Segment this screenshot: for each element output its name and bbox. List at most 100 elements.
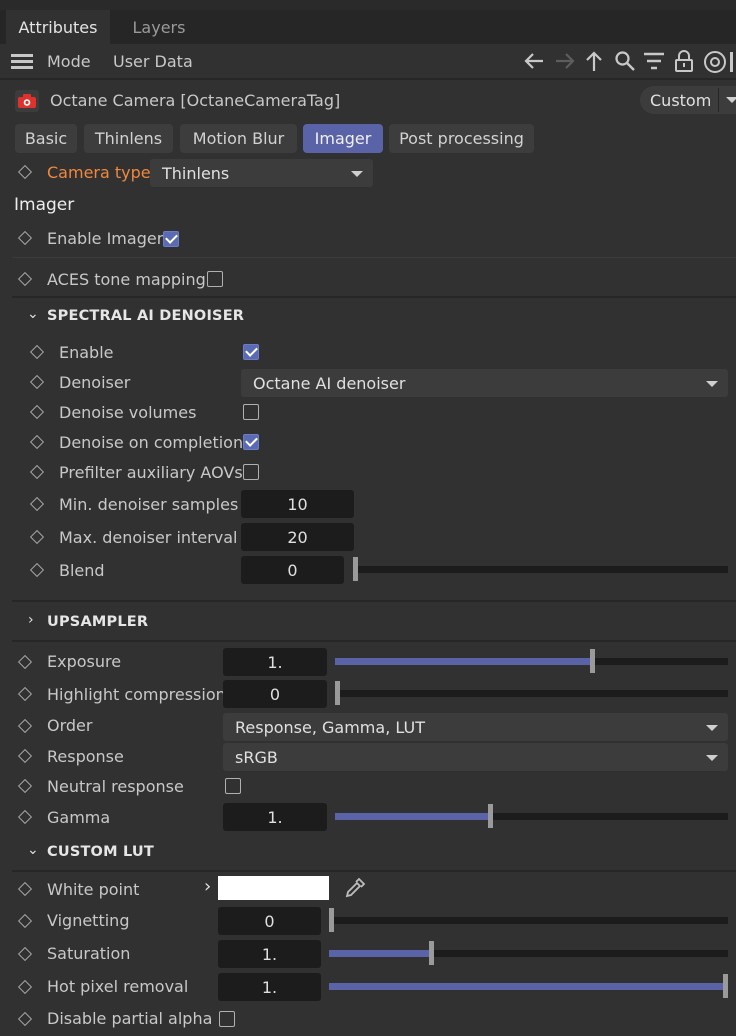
order-value: Response, Gamma, LUT	[235, 718, 425, 737]
tab-post-processing[interactable]: Post processing	[389, 124, 534, 153]
highlight-compression-slider[interactable]	[335, 681, 728, 705]
keyframe-diamond-icon[interactable]	[29, 374, 45, 390]
hamburger-menu-icon[interactable]	[11, 54, 33, 69]
exposure-label: Exposure	[47, 652, 122, 671]
keyframe-diamond-icon[interactable]	[17, 271, 33, 287]
saturation-slider[interactable]	[329, 941, 728, 965]
gamma-slider[interactable]	[335, 804, 728, 828]
back-arrow-icon[interactable]	[523, 51, 545, 71]
highlight-compression-label: Highlight compression	[47, 685, 226, 704]
keyframe-diamond-icon[interactable]	[29, 434, 45, 450]
search-icon[interactable]	[614, 50, 636, 72]
camera-type-dropdown[interactable]: Thinlens	[150, 159, 373, 187]
denoise-on-completion-checkbox[interactable]	[243, 434, 259, 450]
menu-bar: Mode User Data	[0, 44, 736, 78]
more-icon[interactable]	[730, 50, 736, 74]
gamma-input[interactable]: 1.	[223, 803, 327, 831]
denoiser-enable-checkbox[interactable]	[243, 344, 259, 360]
keyframe-diamond-icon[interactable]	[17, 1011, 33, 1027]
preset-dropdown[interactable]: Custom	[640, 86, 736, 114]
tab-basic[interactable]: Basic	[15, 124, 77, 153]
enable-imager-checkbox[interactable]	[163, 231, 179, 247]
blend-input[interactable]: 0	[241, 556, 344, 584]
keyframe-diamond-icon[interactable]	[17, 654, 33, 670]
lock-icon[interactable]	[674, 49, 694, 73]
tab-motion-blur[interactable]: Motion Blur	[180, 124, 297, 153]
vignetting-input[interactable]: 0	[218, 907, 321, 935]
eyedropper-icon[interactable]	[344, 877, 366, 899]
tab-imager[interactable]: Imager	[303, 124, 383, 153]
keyframe-diamond-icon[interactable]	[17, 718, 33, 734]
disable-partial-alpha-checkbox[interactable]	[219, 1011, 235, 1027]
tab-attributes[interactable]: Attributes	[6, 10, 110, 44]
menu-mode[interactable]: Mode	[47, 52, 91, 71]
upsampler-section-title[interactable]: UPSAMPLER	[47, 614, 148, 630]
neutral-response-checkbox[interactable]	[225, 778, 241, 794]
response-dropdown[interactable]: sRGB	[223, 743, 728, 771]
denoiser-dropdown[interactable]: Octane AI denoiser	[241, 369, 728, 397]
keyframe-diamond-icon[interactable]	[17, 809, 33, 825]
custom-lut-section-title[interactable]: CUSTOM LUT	[47, 844, 154, 860]
object-header: Octane Camera [OctaneCameraTag] Custom	[0, 86, 736, 116]
keyframe-diamond-icon[interactable]	[29, 464, 45, 480]
hot-pixel-input[interactable]: 1.	[218, 973, 321, 1001]
keyframe-diamond-icon[interactable]	[17, 230, 33, 246]
prefilter-label: Prefilter auxiliary AOVs	[59, 463, 243, 482]
chevron-right-icon[interactable]: ›	[204, 876, 211, 897]
keyframe-diamond-icon[interactable]	[29, 496, 45, 512]
up-arrow-icon[interactable]	[584, 50, 604, 72]
forward-arrow-icon[interactable]	[554, 51, 576, 71]
menu-user-data[interactable]: User Data	[113, 52, 193, 71]
vignetting-slider[interactable]	[329, 908, 728, 932]
response-value: sRGB	[235, 748, 278, 767]
tab-layers[interactable]: Layers	[126, 10, 192, 44]
blend-slider[interactable]	[353, 557, 728, 581]
camera-type-value: Thinlens	[162, 164, 230, 183]
saturation-input[interactable]: 1.	[218, 940, 321, 968]
keyframe-diamond-icon[interactable]	[17, 979, 33, 995]
keyframe-diamond-icon[interactable]	[29, 562, 45, 578]
window-top-strip	[0, 0, 736, 10]
divider	[12, 296, 736, 298]
keyframe-diamond-icon[interactable]	[17, 946, 33, 962]
min-samples-input[interactable]: 10	[241, 490, 354, 518]
blend-label: Blend	[59, 561, 105, 580]
saturation-label: Saturation	[47, 944, 131, 963]
keyframe-diamond-icon[interactable]	[17, 881, 33, 897]
keyframe-diamond-icon[interactable]	[29, 529, 45, 545]
exposure-input[interactable]: 1.	[223, 648, 327, 676]
tab-thinlens[interactable]: Thinlens	[84, 124, 173, 153]
order-dropdown[interactable]: Response, Gamma, LUT	[223, 713, 728, 741]
vignetting-label: Vignetting	[47, 911, 130, 930]
denoiser-section-title[interactable]: SPECTRAL AI DENOISER	[47, 308, 244, 324]
prefilter-checkbox[interactable]	[243, 464, 259, 480]
chevron-down-icon[interactable]: ⌄	[27, 306, 39, 322]
gamma-label: Gamma	[47, 808, 111, 827]
exposure-slider[interactable]	[335, 649, 728, 673]
highlight-compression-input[interactable]: 0	[223, 680, 327, 708]
max-interval-input[interactable]: 20	[241, 523, 354, 551]
target-icon[interactable]	[703, 50, 727, 74]
keyframe-diamond-icon[interactable]	[29, 344, 45, 360]
filter-icon[interactable]	[643, 52, 665, 70]
aces-label: ACES tone mapping	[47, 270, 206, 289]
panel-tab-strip: Attributes Layers	[0, 10, 736, 44]
min-samples-label: Min. denoiser samples	[59, 495, 239, 514]
chevron-down-icon[interactable]: ⌄	[27, 842, 39, 858]
camera-type-label: Camera type	[47, 163, 151, 182]
keyframe-diamond-icon[interactable]	[17, 913, 33, 929]
aces-checkbox[interactable]	[207, 271, 223, 287]
enable-imager-label: Enable Imager	[47, 229, 164, 248]
imager-heading: Imager	[14, 195, 75, 215]
hot-pixel-slider[interactable]	[329, 974, 728, 998]
keyframe-diamond-icon[interactable]	[17, 748, 33, 764]
keyframe-diamond-icon[interactable]	[17, 164, 33, 180]
menu-divider	[0, 78, 736, 80]
denoise-volumes-checkbox[interactable]	[243, 404, 259, 420]
keyframe-diamond-icon[interactable]	[17, 778, 33, 794]
response-label: Response	[47, 747, 124, 766]
keyframe-diamond-icon[interactable]	[17, 686, 33, 702]
keyframe-diamond-icon[interactable]	[29, 404, 45, 420]
chevron-right-icon[interactable]: ›	[28, 612, 34, 628]
white-point-swatch[interactable]	[218, 876, 329, 900]
